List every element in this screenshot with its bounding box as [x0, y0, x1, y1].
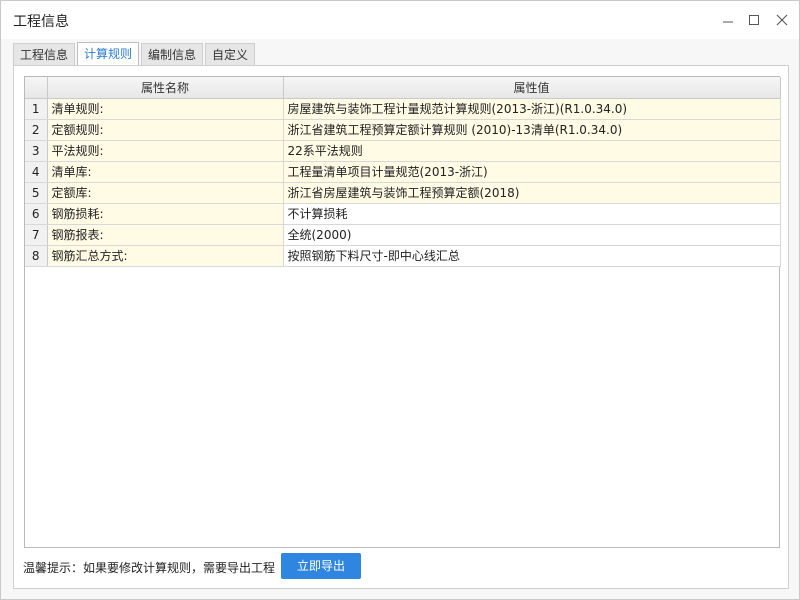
property-name: 定额规则:: [47, 119, 284, 141]
column-header-value[interactable]: 属性值: [283, 77, 781, 99]
property-name: 定额库:: [47, 182, 284, 204]
property-name: 平法规则:: [47, 140, 284, 162]
property-name: 钢筋汇总方式:: [47, 245, 284, 267]
table-header-row: 属性名称 属性值: [25, 77, 781, 99]
tab-calc-rules[interactable]: 计算规则: [77, 42, 140, 66]
tab-custom[interactable]: 自定义: [205, 43, 256, 66]
row-number: 2: [25, 119, 48, 141]
table-row[interactable]: 7 钢筋报表: 全统(2000): [25, 224, 781, 246]
row-number: 7: [25, 224, 48, 246]
property-value[interactable]: 浙江省房屋建筑与装饰工程预算定额(2018): [283, 182, 781, 204]
row-number: 4: [25, 161, 48, 183]
property-value[interactable]: 全统(2000): [283, 224, 781, 246]
table-row[interactable]: 6 钢筋损耗: 不计算损耗: [25, 203, 781, 225]
row-number: 8: [25, 245, 48, 267]
row-number: 5: [25, 182, 48, 204]
title-bar: 工程信息: [1, 1, 799, 39]
project-info-window: 工程信息 工程信息 计算规则 编制信息 自定义 属性名称 属性值 1 清单规则:…: [0, 0, 800, 600]
footer-tip-text: 温馨提示：如果要修改计算规则，需要导出工程: [23, 561, 276, 575]
table-row[interactable]: 8 钢筋汇总方式: 按照钢筋下料尺寸-即中心线汇总: [25, 245, 781, 267]
minimize-button[interactable]: [717, 9, 739, 31]
row-number: 3: [25, 140, 48, 162]
table-row[interactable]: 4 清单库: 工程量清单项目计量规范(2013-浙江): [25, 161, 781, 183]
row-number-header: [25, 77, 48, 99]
property-value[interactable]: 按照钢筋下料尺寸-即中心线汇总: [283, 245, 781, 267]
property-name: 清单库:: [47, 161, 284, 183]
table-row[interactable]: 3 平法规则: 22系平法规则: [25, 140, 781, 162]
property-value[interactable]: 浙江省建筑工程预算定额计算规则 (2010)-13清单(R1.0.34.0): [283, 119, 781, 141]
maximize-button[interactable]: [743, 9, 765, 31]
maximize-icon: [749, 15, 759, 25]
export-now-button[interactable]: 立即导出: [281, 553, 361, 579]
property-value[interactable]: 22系平法规则: [283, 140, 781, 162]
property-name: 清单规则:: [47, 98, 284, 120]
row-number: 1: [25, 98, 48, 120]
table-row[interactable]: 1 清单规则: 房屋建筑与装饰工程计量规范计算规则(2013-浙江)(R1.0.…: [25, 98, 781, 120]
property-grid[interactable]: 属性名称 属性值 1 清单规则: 房屋建筑与装饰工程计量规范计算规则(2013-…: [24, 76, 781, 548]
property-name: 钢筋报表:: [47, 224, 284, 246]
property-name: 钢筋损耗:: [47, 203, 284, 225]
property-table: 属性名称 属性值 1 清单规则: 房屋建筑与装饰工程计量规范计算规则(2013-…: [25, 77, 781, 267]
tab-compile-info[interactable]: 编制信息: [141, 43, 204, 66]
tab-project-info[interactable]: 工程信息: [13, 43, 76, 66]
minimize-icon: [723, 21, 733, 23]
row-number: 6: [25, 203, 48, 225]
close-icon: [776, 14, 788, 26]
close-button[interactable]: [771, 9, 793, 31]
tab-content-panel: 属性名称 属性值 1 清单规则: 房屋建筑与装饰工程计量规范计算规则(2013-…: [13, 65, 789, 589]
window-title: 工程信息: [13, 14, 69, 30]
table-row[interactable]: 5 定额库: 浙江省房屋建筑与装饰工程预算定额(2018): [25, 182, 781, 204]
property-value[interactable]: 不计算损耗: [283, 203, 781, 225]
property-value[interactable]: 工程量清单项目计量规范(2013-浙江): [283, 161, 781, 183]
table-row[interactable]: 2 定额规则: 浙江省建筑工程预算定额计算规则 (2010)-13清单(R1.0…: [25, 119, 781, 141]
column-header-name[interactable]: 属性名称: [47, 77, 284, 99]
property-value[interactable]: 房屋建筑与装饰工程计量规范计算规则(2013-浙江)(R1.0.34.0): [283, 98, 781, 120]
tab-bar: 工程信息 计算规则 编制信息 自定义: [13, 42, 256, 66]
